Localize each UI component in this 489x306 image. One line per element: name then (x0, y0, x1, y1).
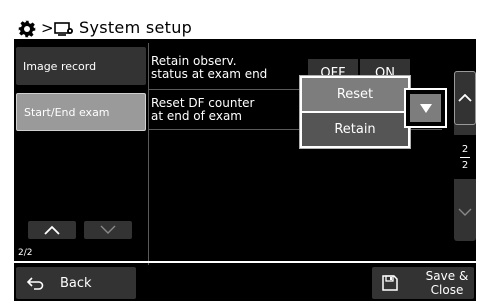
system-setup-screen: > System setup Image record Start/End ex… (14, 17, 476, 301)
save-icon (382, 275, 398, 291)
retain-status-label: Retain observ. status at exam end (151, 54, 268, 81)
sidebar-item-image-record[interactable]: Image record (16, 47, 146, 85)
chevron-up-icon (44, 225, 60, 235)
current-page: 2 (461, 143, 469, 155)
monitor-settings-icon (54, 22, 73, 36)
dropdown-option-reset[interactable]: Reset (302, 78, 408, 111)
chevron-down-icon (100, 225, 116, 234)
fraction-line (460, 156, 470, 158)
sidebar-page-indicator: 2/2 (18, 248, 33, 258)
option-label: Reset (336, 87, 374, 102)
sidebar-item-start-end-exam[interactable]: Start/End exam (16, 93, 146, 131)
dropdown-option-retain[interactable]: Retain (302, 113, 408, 146)
sidebar-item-label: Start/End exam (24, 105, 110, 119)
triangle-down-icon (419, 103, 432, 113)
total-pages: 2 (461, 159, 469, 171)
scroll-up-button[interactable] (454, 71, 476, 125)
save-close-button[interactable]: Save & Close (372, 267, 474, 299)
back-button[interactable]: Back (16, 267, 136, 299)
df-counter-dropdown-list: Reset Retain (299, 75, 411, 149)
back-arrow-icon (26, 277, 44, 290)
reset-df-counter-label: Reset DF counter at end of exam (151, 96, 255, 123)
sidebar-page-up-button[interactable] (28, 221, 76, 239)
gear-icon (18, 20, 36, 38)
option-label: Retain (334, 122, 376, 137)
scroll-page-indicator: 2 2 (454, 135, 476, 179)
back-label: Back (60, 275, 92, 291)
footer-divider (14, 261, 476, 263)
save-close-label: Save & Close (425, 269, 469, 297)
menu-divider (148, 43, 149, 265)
sidebar-item-label: Image record (23, 59, 97, 73)
chevron-down-icon (458, 208, 472, 216)
breadcrumb-separator: > (41, 19, 54, 37)
sidebar-page-down-button[interactable] (84, 221, 132, 239)
page-title: System setup (79, 18, 193, 37)
chevron-up-icon (458, 94, 472, 102)
scroll-down-button[interactable] (454, 185, 476, 239)
title-bar: > System setup (14, 17, 476, 41)
df-counter-dropdown-toggle[interactable] (404, 88, 447, 128)
